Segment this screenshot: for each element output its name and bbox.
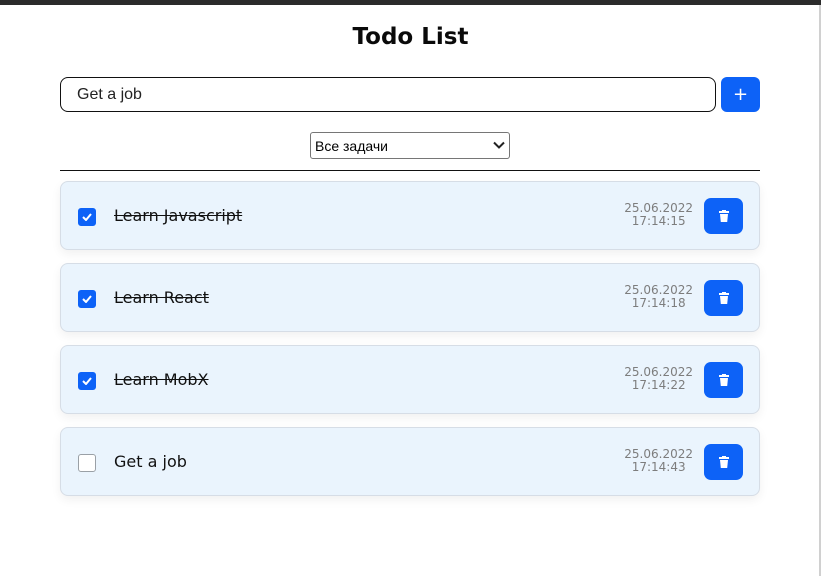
todo-time: 17:14:18: [631, 296, 686, 310]
trash-icon: [718, 292, 729, 304]
todo-item: Learn React 25.06.2022 17:14:18: [60, 263, 760, 332]
todo-timestamp: 25.06.2022 17:14:18: [624, 284, 693, 310]
todo-item: Learn Javascript 25.06.2022 17:14:15: [60, 181, 760, 250]
todo-timestamp: 25.06.2022 17:14:15: [624, 202, 693, 228]
window-top-bar: [0, 0, 821, 5]
delete-button[interactable]: [704, 198, 743, 234]
todo-timestamp: 25.06.2022 17:14:43: [624, 448, 693, 474]
todo-text: Learn Javascript: [114, 206, 243, 225]
todo-timestamp: 25.06.2022 17:14:22: [624, 366, 693, 392]
todo-list: Learn Javascript 25.06.2022 17:14:15 Lea…: [60, 181, 760, 509]
add-todo-form: +: [60, 77, 760, 112]
filter-selected-value: Все задачи: [315, 137, 388, 154]
todo-text: Learn React: [114, 288, 209, 307]
page-title: Todo List: [352, 24, 469, 50]
delete-button[interactable]: [704, 280, 743, 316]
todo-checkbox[interactable]: [78, 290, 96, 308]
todo-checkbox[interactable]: [78, 208, 96, 226]
todo-text: Learn MobX: [114, 370, 209, 389]
todo-input[interactable]: [60, 77, 716, 112]
delete-button[interactable]: [704, 444, 743, 480]
chevron-down-icon: [493, 140, 505, 152]
todo-item: Get a job 25.06.2022 17:14:43: [60, 427, 760, 496]
todo-item: Learn MobX 25.06.2022 17:14:22: [60, 345, 760, 414]
check-icon: [82, 295, 92, 303]
trash-icon: [718, 456, 729, 468]
todo-text: Get a job: [114, 452, 187, 471]
delete-button[interactable]: [704, 362, 743, 398]
check-icon: [82, 213, 92, 221]
todo-time: 17:14:22: [631, 378, 686, 392]
divider: [60, 170, 760, 171]
add-todo-button[interactable]: +: [721, 77, 760, 112]
todo-time: 17:14:15: [631, 214, 686, 228]
todo-checkbox[interactable]: [78, 372, 96, 390]
todo-time: 17:14:43: [631, 460, 686, 474]
trash-icon: [718, 210, 729, 222]
trash-icon: [718, 374, 729, 386]
filter-select[interactable]: Все задачи: [310, 132, 510, 159]
todo-checkbox[interactable]: [78, 454, 96, 472]
check-icon: [82, 377, 92, 385]
plus-icon: +: [732, 84, 749, 105]
